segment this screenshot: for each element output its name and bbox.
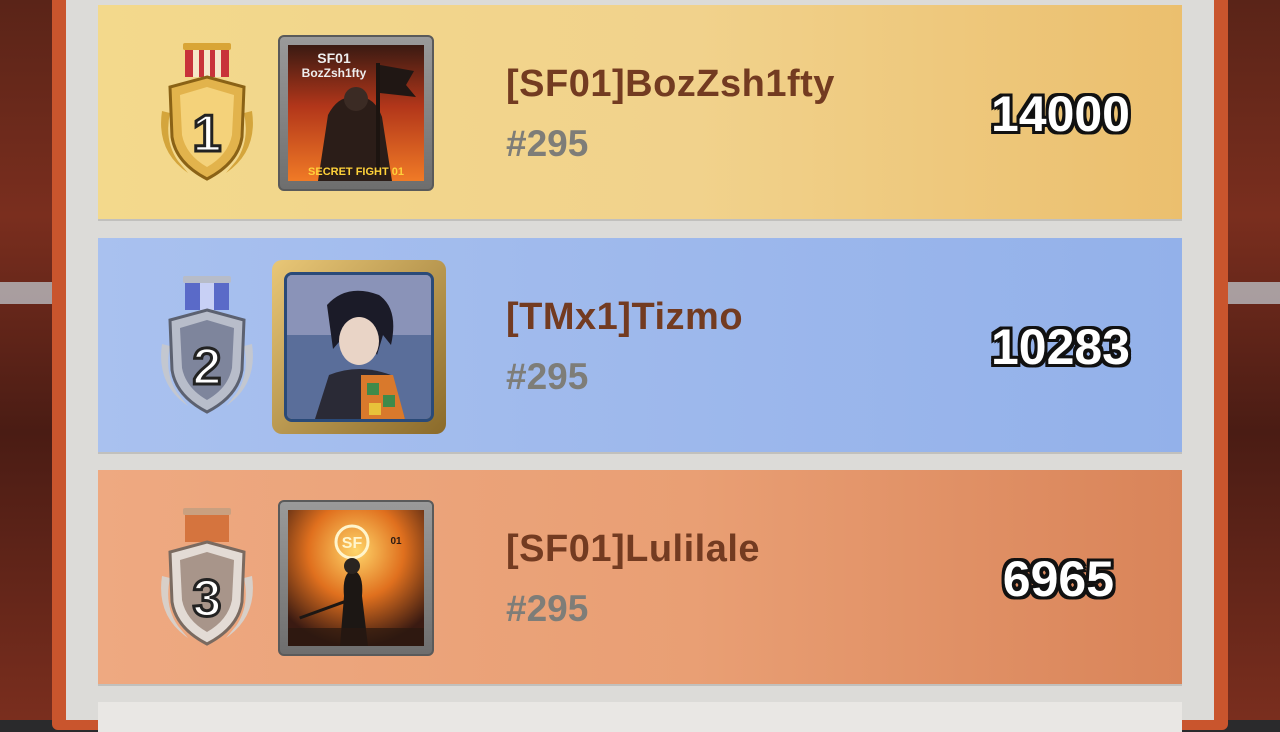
- medal-rank-number: 3: [193, 570, 222, 628]
- silver-medal-icon: 2: [148, 274, 266, 424]
- player-avatar[interactable]: [272, 260, 446, 434]
- leaderboard-row-3[interactable]: 3 SF 01 [SF01]Lulilale #295 6965: [98, 470, 1182, 684]
- player-avatar[interactable]: SF 01: [278, 500, 434, 656]
- leaderboard-row-1[interactable]: 1 SF01 BozZsh1fty SECRET FIGHT 01 [SF01]…: [98, 5, 1182, 219]
- medal-rank-number: 1: [193, 105, 222, 163]
- gold-medal-icon: 1: [148, 41, 266, 191]
- server-number: #295: [506, 588, 589, 629]
- server-number: #295: [506, 123, 589, 164]
- avatar-text-top: SF: [342, 535, 363, 552]
- avatar-text-mid: BozZsh1fty: [302, 66, 367, 80]
- avatar-text-bottom: SECRET FIGHT 01: [308, 166, 404, 178]
- medal-rank-number: 2: [193, 338, 222, 396]
- player-name: [SF01]BozZsh1fty: [506, 63, 835, 105]
- player-score: 10283: [990, 319, 1130, 375]
- player-avatar[interactable]: SF01 BozZsh1fty SECRET FIGHT 01: [278, 35, 434, 191]
- player-name: [SF01]Lulilale: [506, 528, 761, 570]
- server-number: #295: [506, 356, 589, 397]
- avatar-text-side: 01: [390, 536, 402, 547]
- player-score: 14000: [990, 86, 1130, 142]
- leaderboard-row-2[interactable]: 2 [TMx1]Tizmo #295 10283: [98, 238, 1182, 452]
- avatar-text-top: SF01: [317, 50, 351, 66]
- player-name: [TMx1]Tizmo: [506, 296, 744, 338]
- bronze-medal-icon: 3: [148, 506, 266, 656]
- player-score: 6965: [1002, 551, 1114, 607]
- leaderboard-row-4[interactable]: [98, 702, 1182, 732]
- background-right: [1220, 0, 1280, 720]
